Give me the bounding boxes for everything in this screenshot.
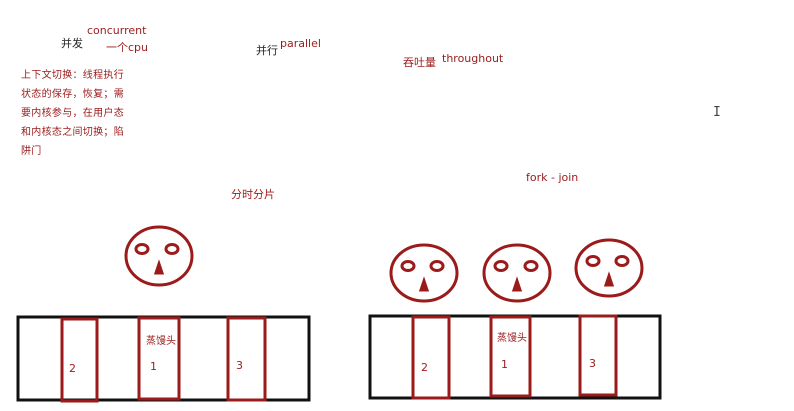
note-line: 阱门 <box>21 146 42 157</box>
right-cell-1 <box>489 315 532 398</box>
note-line: 和内核态之间切换；陷 <box>21 127 124 138</box>
note-line: 上下文切换：线程执行 <box>21 70 124 81</box>
concurrent-en-label: concurrent <box>87 24 147 37</box>
left-cell-2-number: 2 <box>69 362 76 375</box>
one-cpu-label: 一个cpu <box>106 41 149 54</box>
left-cell-3 <box>226 316 267 402</box>
left-cell-2 <box>60 317 99 403</box>
parallel-en-label: parallel <box>280 37 321 50</box>
throughput-cn-label: 吞吐量 <box>403 56 436 69</box>
note-line: 要内核参与，在用户态 <box>21 108 124 119</box>
face-icon <box>124 225 194 287</box>
left-cell-1 <box>137 316 181 401</box>
face-icon <box>482 243 552 303</box>
fork-join-label: fork - join <box>526 171 579 184</box>
right-cell-1-label: 蒸馒头 <box>497 333 527 344</box>
left-cell-1-number: 1 <box>150 360 157 373</box>
right-cell-3 <box>578 314 618 397</box>
left-cell-3-number: 3 <box>236 359 243 372</box>
left-cell-1-label: 蒸馒头 <box>146 336 176 347</box>
diagram-canvas <box>16 225 662 403</box>
time-slicing-label: 分时分片 <box>231 188 275 201</box>
context-switch-note: 上下文切换：线程执行 状态的保存，恢复；需 要内核参与，在用户态 和内核态之间切… <box>21 66 131 161</box>
right-cell-3-number: 3 <box>589 357 596 370</box>
throughput-en-label: throughout <box>442 52 504 65</box>
face-icon <box>574 238 644 298</box>
face-icon <box>389 243 459 303</box>
right-cell-1-number: 1 <box>501 358 508 371</box>
right-cell-2 <box>411 315 451 400</box>
concurrent-cn-label: 并发 <box>61 37 83 50</box>
right-cell-2-number: 2 <box>421 361 428 374</box>
text-cursor-icon: I <box>713 105 721 120</box>
note-line: 状态的保存，恢复；需 <box>21 89 124 100</box>
parallel-cn-label: 并行 <box>256 44 278 57</box>
